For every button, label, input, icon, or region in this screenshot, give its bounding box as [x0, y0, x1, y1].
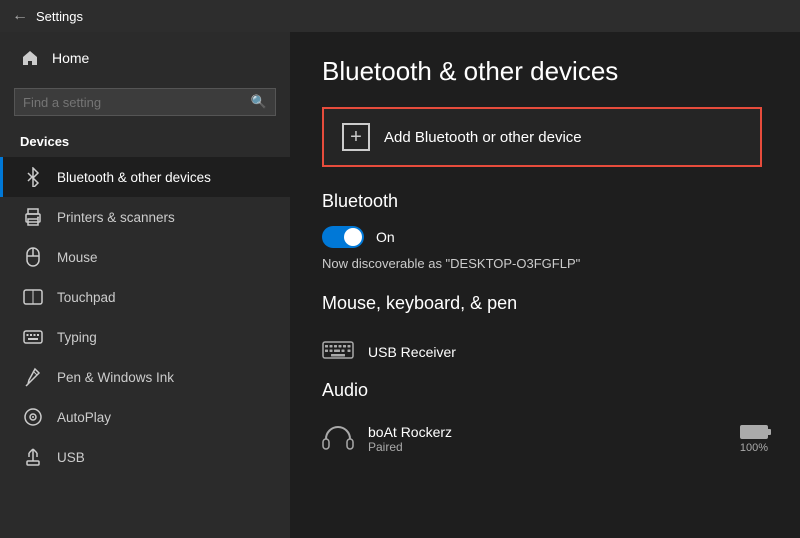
printer-icon — [23, 207, 43, 227]
keyboard-section-title: Mouse, keyboard, & pen — [322, 293, 768, 314]
bluetooth-status: On — [376, 229, 395, 245]
add-device-button[interactable]: + Add Bluetooth or other device — [322, 107, 762, 167]
sidebar-item-mouse-label: Mouse — [57, 250, 98, 265]
discoverable-text: Now discoverable as "DESKTOP-O3FGFLP" — [322, 256, 768, 271]
sidebar-item-pen[interactable]: Pen & Windows Ink — [0, 357, 290, 397]
bluetooth-toggle[interactable] — [322, 226, 364, 248]
sidebar-item-typing-label: Typing — [57, 330, 97, 345]
audio-device-item: boAt Rockerz Paired 100% — [322, 415, 768, 463]
content-area: Bluetooth & other devices + Add Bluetoot… — [290, 32, 800, 538]
audio-device-name: boAt Rockerz — [368, 424, 726, 440]
page-title: Bluetooth & other devices — [322, 56, 768, 87]
audio-device-sub: Paired — [368, 440, 726, 454]
usb-receiver-name: USB Receiver — [368, 344, 768, 360]
sidebar-item-touchpad-label: Touchpad — [57, 290, 116, 305]
usb-receiver-info: USB Receiver — [368, 344, 768, 360]
sidebar-item-typing[interactable]: Typing — [0, 317, 290, 357]
sidebar-item-mouse[interactable]: Mouse — [0, 237, 290, 277]
sidebar-item-pen-label: Pen & Windows Ink — [57, 370, 174, 385]
toggle-knob — [344, 228, 362, 246]
touchpad-icon — [23, 287, 43, 307]
add-icon: + — [342, 123, 370, 151]
sidebar-item-printers[interactable]: Printers & scanners — [0, 197, 290, 237]
battery-percentage: 100% — [740, 442, 768, 454]
titlebar-title: Settings — [36, 9, 83, 24]
usb-receiver-item: USB Receiver — [322, 328, 768, 376]
pen-icon — [23, 367, 43, 387]
bluetooth-icon — [23, 167, 43, 187]
typing-icon — [23, 327, 43, 347]
add-device-label: Add Bluetooth or other device — [384, 129, 582, 146]
search-box[interactable]: 🔍 — [14, 88, 276, 116]
sidebar-item-home[interactable]: Home — [0, 32, 290, 84]
titlebar: ← Settings — [0, 0, 800, 32]
battery-fill — [742, 427, 766, 437]
sidebar-item-printers-label: Printers & scanners — [57, 210, 175, 225]
battery-bar — [740, 425, 768, 439]
sidebar: Home 🔍 Devices Bluetooth & other devices — [0, 32, 290, 538]
battery-indicator: 100% — [740, 425, 768, 454]
audio-device-info: boAt Rockerz Paired — [368, 424, 726, 454]
mouse-icon — [23, 247, 43, 267]
sidebar-item-bluetooth-label: Bluetooth & other devices — [57, 170, 211, 185]
sidebar-item-usb-label: USB — [57, 450, 85, 465]
sidebar-item-bluetooth[interactable]: Bluetooth & other devices — [0, 157, 290, 197]
sidebar-item-autoplay[interactable]: AutoPlay — [0, 397, 290, 437]
sidebar-home-label: Home — [52, 50, 89, 66]
back-button[interactable]: ← — [12, 7, 28, 25]
audio-section-title: Audio — [322, 380, 768, 401]
home-icon — [20, 48, 40, 68]
headphones-icon — [322, 423, 354, 455]
bluetooth-section-title: Bluetooth — [322, 191, 768, 212]
usb-icon — [23, 447, 43, 467]
keyboard-device-icon — [322, 336, 354, 368]
sidebar-item-usb[interactable]: USB — [0, 437, 290, 477]
bluetooth-toggle-row: On — [322, 226, 768, 248]
sidebar-item-autoplay-label: AutoPlay — [57, 410, 111, 425]
autoplay-icon — [23, 407, 43, 427]
main-layout: Home 🔍 Devices Bluetooth & other devices — [0, 32, 800, 538]
search-icon: 🔍 — [251, 94, 267, 110]
search-input[interactable] — [23, 95, 245, 110]
sidebar-section-title: Devices — [0, 128, 290, 157]
sidebar-item-touchpad[interactable]: Touchpad — [0, 277, 290, 317]
